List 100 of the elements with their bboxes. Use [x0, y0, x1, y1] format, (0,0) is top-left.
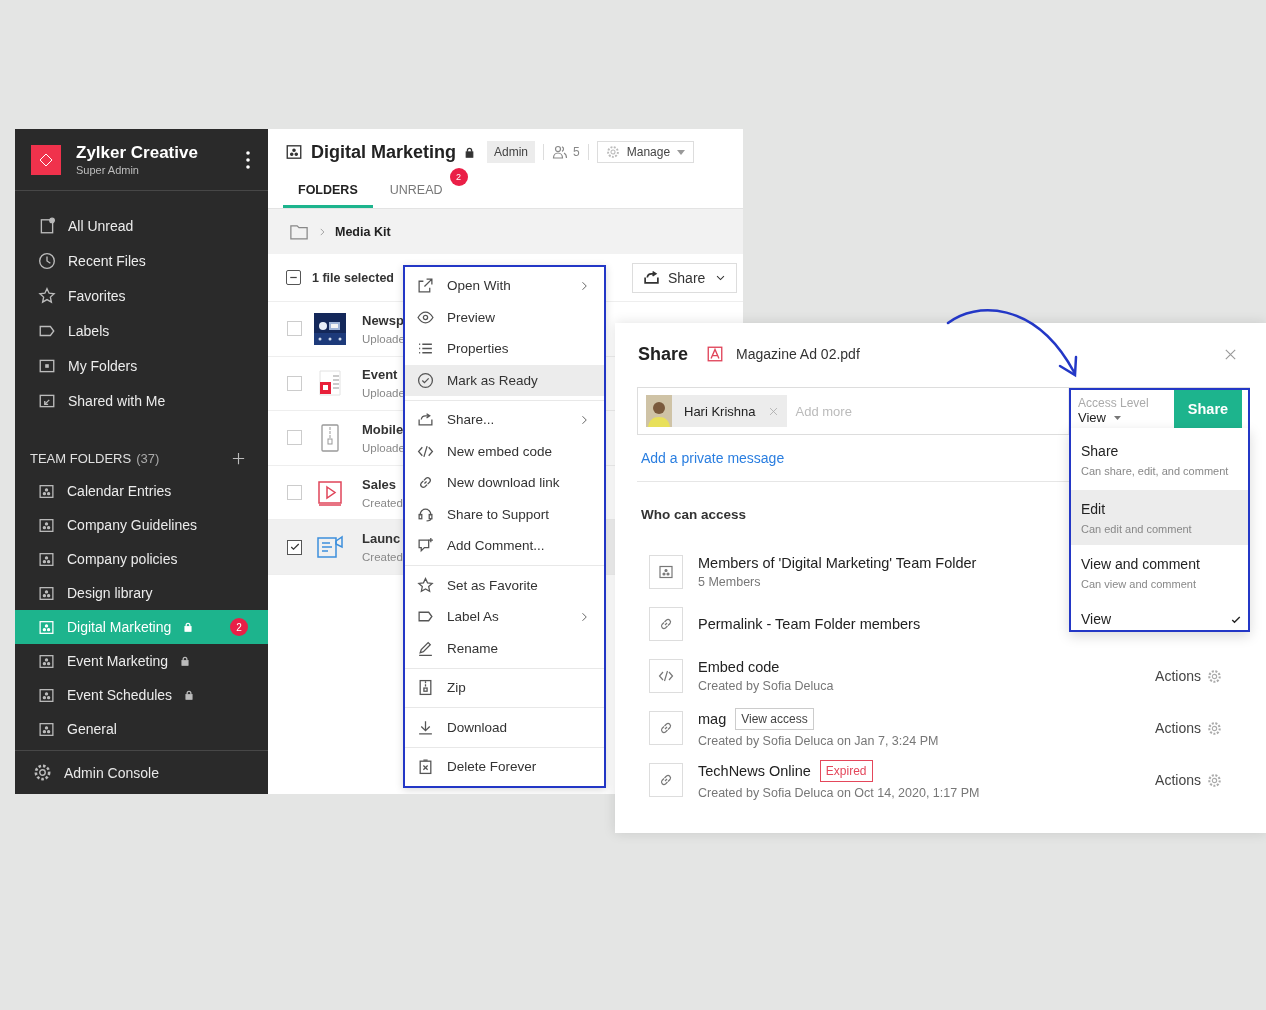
menu-item[interactable]: New embed code: [405, 435, 604, 467]
folder-icon: [285, 143, 303, 161]
entry-title: TechNews Online: [698, 763, 811, 779]
menu-item[interactable]: Delete Forever: [405, 751, 604, 783]
file-meta: Uploade: [362, 387, 405, 400]
file-meta: Created: [362, 551, 403, 564]
folder-title: Digital Marketing: [311, 141, 457, 163]
entry-subtitle: Created by Sofia Deluca on Oct 14, 2020, 1:17 PM: [698, 786, 980, 800]
team-folder-icon: [38, 550, 55, 568]
menu-item[interactable]: Open With: [405, 270, 604, 302]
access-option[interactable]: View: [1069, 600, 1250, 632]
link-icon: [649, 763, 683, 797]
menu-item[interactable]: Zip: [405, 672, 604, 704]
team-folder-icon: [38, 652, 55, 670]
team-folder-item[interactable]: Company Guidelines: [15, 508, 268, 542]
team-folder-item[interactable]: Design library: [15, 576, 268, 610]
open-with-icon: [417, 277, 434, 295]
more-icon[interactable]: [246, 150, 250, 169]
checkbox[interactable]: [287, 539, 302, 555]
file-name[interactable]: Mobile: [362, 422, 405, 437]
entry-title: Permalink - Team Folder members: [698, 616, 921, 632]
people-icon: [552, 144, 569, 160]
entry-title: Embed code: [698, 659, 780, 675]
avatar-icon: [646, 395, 672, 427]
team-folder-item[interactable]: Event Schedules: [15, 678, 268, 712]
actions-button[interactable]: Actions: [1155, 772, 1222, 788]
members-count[interactable]: 5: [552, 144, 580, 160]
file-meta: Created: [362, 496, 403, 509]
entry-subtitle: Created by Sofia Deluca: [698, 679, 834, 693]
actions-button[interactable]: Actions: [1155, 720, 1222, 736]
team-folder-item[interactable]: General: [15, 712, 268, 746]
count-badge: 2: [230, 618, 248, 636]
menu-item[interactable]: Add Comment...: [405, 530, 604, 562]
status-tag: Expired: [819, 760, 873, 782]
logo-icon: [31, 144, 61, 175]
manage-button[interactable]: Manage: [596, 141, 695, 163]
nav-item[interactable]: Favorites: [15, 278, 268, 313]
chevron-right-icon: [317, 226, 327, 237]
recipient-placeholder: Add more: [795, 403, 853, 419]
check-circle-icon: [417, 371, 434, 389]
menu-item[interactable]: Download: [405, 711, 604, 743]
trash-icon: [417, 758, 434, 776]
team-folder-icon: [38, 720, 55, 738]
menu-item[interactable]: Share to Support: [405, 498, 604, 530]
team-folder-item[interactable]: Digital Marketing 2: [15, 610, 268, 644]
folder-count: (37): [136, 450, 160, 466]
unread-icon: [38, 216, 56, 235]
team-folder-item[interactable]: Company policies: [15, 542, 268, 576]
team-folder-item[interactable]: Event Marketing: [15, 644, 268, 678]
share-icon: [643, 269, 660, 286]
access-option[interactable]: View and comment Can view and comment: [1069, 545, 1250, 600]
code-icon: [649, 659, 683, 693]
file-name[interactable]: Newsp: [362, 312, 405, 328]
team-folder-icon: [649, 555, 683, 589]
team-folder-icon: [38, 618, 55, 636]
menu-item[interactable]: Label As: [405, 601, 604, 633]
download-icon: [417, 718, 434, 736]
clock-icon: [38, 251, 56, 270]
add-icon[interactable]: [231, 450, 246, 466]
menu-item[interactable]: New download link: [405, 467, 604, 499]
menu-item[interactable]: Mark as Ready: [405, 364, 604, 396]
team-folder-icon: [38, 686, 55, 704]
menu-item[interactable]: Properties: [405, 333, 604, 365]
menu-item[interactable]: Share...: [405, 404, 604, 436]
actions-button[interactable]: Actions: [1155, 668, 1222, 684]
gear-icon: [1207, 720, 1222, 736]
role-badge: Admin: [487, 141, 536, 163]
gear-icon: [1207, 668, 1222, 684]
select-all-checkbox[interactable]: [286, 270, 301, 285]
entry-subtitle: 5 Members: [698, 575, 761, 589]
nav-item[interactable]: Labels: [15, 313, 268, 348]
menu-item[interactable]: Preview: [405, 301, 604, 333]
menu-item[interactable]: Set as Favorite: [405, 569, 604, 601]
count-badge: 2: [449, 168, 468, 186]
share-button[interactable]: Share: [632, 262, 737, 293]
star-icon: [38, 286, 56, 305]
file-name[interactable]: Launc: [362, 531, 403, 547]
gear-icon: [605, 145, 620, 159]
gear-icon: [1207, 772, 1222, 788]
file-name: Magazine Ad 02.pdf: [736, 346, 860, 362]
entry-subtitle: Created by Sofia Deluca on Jan 7, 3:24 PM: [698, 734, 939, 748]
file-name[interactable]: Sales: [362, 476, 403, 492]
remove-icon[interactable]: [767, 405, 779, 417]
recipient-chip[interactable]: Hari Krishna: [646, 395, 787, 427]
status-tag: View access: [735, 708, 814, 730]
caret-down-icon: [677, 149, 686, 155]
team-folder-icon: [38, 482, 55, 500]
team-folder-icon: [38, 584, 55, 602]
private-message-link[interactable]: Add a private message: [641, 449, 785, 467]
nav-item[interactable]: Shared with Me: [15, 383, 268, 418]
pdf-icon: [706, 345, 725, 363]
access-option[interactable]: Edit Can edit and comment: [1069, 490, 1250, 545]
nav-item[interactable]: My Folders: [15, 348, 268, 383]
nav-item[interactable]: All Unread: [15, 208, 268, 243]
nav-item[interactable]: Recent Files: [15, 243, 268, 278]
menu-item[interactable]: Rename: [405, 632, 604, 664]
file-name[interactable]: Event: [362, 367, 405, 383]
team-folder-item[interactable]: Calendar Entries: [15, 474, 268, 508]
file-meta: Uploade: [362, 332, 405, 345]
breadcrumb-item[interactable]: Media Kit: [335, 224, 391, 239]
